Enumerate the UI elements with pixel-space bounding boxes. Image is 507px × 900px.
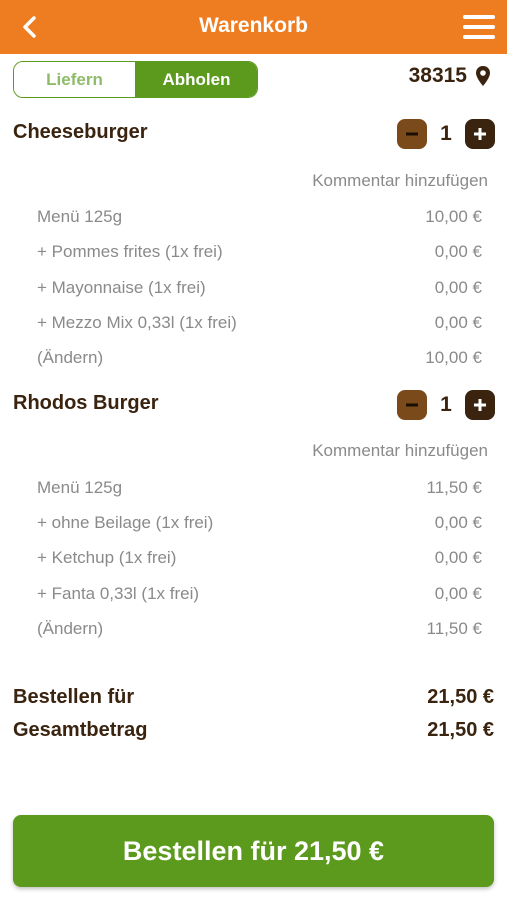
item-line: + Pommes frites (1x frei) 0,00 € — [37, 242, 482, 262]
line-label: Menü 125g — [37, 478, 123, 497]
hamburger-menu-icon[interactable] — [461, 13, 497, 41]
line-price: 0,00 € — [434, 278, 482, 297]
minus-icon — [406, 132, 418, 136]
place-order-button[interactable]: Bestellen für 21,50 € — [13, 815, 494, 887]
total-value: 21,50 € — [427, 719, 494, 741]
pickup-option[interactable]: Abholen — [136, 62, 257, 97]
item-line: + Fanta 0,33l (1x frei) 0,00 € — [37, 584, 482, 604]
location-selector[interactable]: 38315 — [409, 64, 491, 88]
edit-item-link[interactable]: (Ändern) — [37, 619, 103, 639]
top-app-bar: Warenkorb — [0, 0, 507, 54]
order-for-label: Bestellen für — [13, 686, 135, 708]
line-label: + Mayonnaise (1x frei) — [37, 278, 206, 297]
increase-quantity-button[interactable] — [465, 119, 495, 149]
item-line: + Mayonnaise (1x frei) 0,00 € — [37, 278, 482, 298]
line-price: 0,00 € — [434, 548, 482, 567]
add-comment-link[interactable]: Kommentar hinzufügen — [312, 171, 488, 191]
line-label: + ohne Beilage (1x frei) — [37, 513, 214, 532]
quantity-stepper: 1 — [397, 119, 495, 149]
item-line: Menü 125g 11,50 € — [37, 478, 482, 498]
line-label: + Pommes frites (1x frei) — [37, 242, 223, 261]
line-price: 0,00 € — [434, 513, 482, 532]
item-line: (Ändern) 10,00 € — [37, 348, 482, 368]
line-label: + Ketchup (1x frei) — [37, 548, 177, 567]
line-price: 10,00 € — [425, 207, 482, 226]
item-line: + Mezzo Mix 0,33l (1x frei) 0,00 € — [37, 313, 482, 333]
map-pin-icon — [476, 66, 490, 86]
decrease-quantity-button[interactable] — [397, 390, 427, 420]
item-line: + ohne Beilage (1x frei) 0,00 € — [37, 513, 482, 533]
deliver-option[interactable]: Liefern — [14, 62, 136, 97]
order-for-row: Bestellen für 21,50 € — [13, 686, 494, 709]
line-price: 10,00 € — [425, 348, 482, 367]
quantity-value: 1 — [440, 393, 452, 416]
zip-code: 38315 — [408, 64, 467, 87]
add-comment-link[interactable]: Kommentar hinzufügen — [312, 441, 488, 461]
line-label: + Mezzo Mix 0,33l (1x frei) — [37, 313, 237, 332]
increase-quantity-button[interactable] — [465, 390, 495, 420]
quantity-value: 1 — [440, 122, 452, 145]
line-price: 0,00 € — [434, 242, 482, 261]
cart-item-name: Rhodos Burger — [13, 392, 159, 414]
total-row: Gesamtbetrag 21,50 € — [13, 719, 494, 742]
quantity-stepper: 1 — [397, 390, 495, 420]
line-price: 11,50 € — [426, 478, 482, 497]
order-for-value: 21,50 € — [427, 686, 494, 708]
line-price: 0,00 € — [434, 584, 482, 603]
line-label: Menü 125g — [37, 207, 123, 226]
item-line: + Ketchup (1x frei) 0,00 € — [37, 548, 482, 568]
line-price: 11,50 € — [426, 619, 482, 638]
plus-icon — [474, 128, 486, 140]
minus-icon — [406, 403, 418, 407]
item-line: (Ändern) 11,50 € — [37, 619, 482, 639]
edit-item-link[interactable]: (Ändern) — [37, 348, 103, 368]
line-price: 0,00 € — [434, 313, 482, 332]
delivery-mode-toggle: Liefern Abholen — [13, 61, 258, 98]
decrease-quantity-button[interactable] — [397, 119, 427, 149]
plus-icon — [474, 399, 486, 411]
total-label: Gesamtbetrag — [13, 719, 148, 741]
item-line: Menü 125g 10,00 € — [37, 207, 482, 227]
line-label: + Fanta 0,33l (1x frei) — [37, 584, 200, 603]
cart-item-name: Cheeseburger — [13, 121, 148, 143]
page-title: Warenkorb — [199, 14, 308, 37]
